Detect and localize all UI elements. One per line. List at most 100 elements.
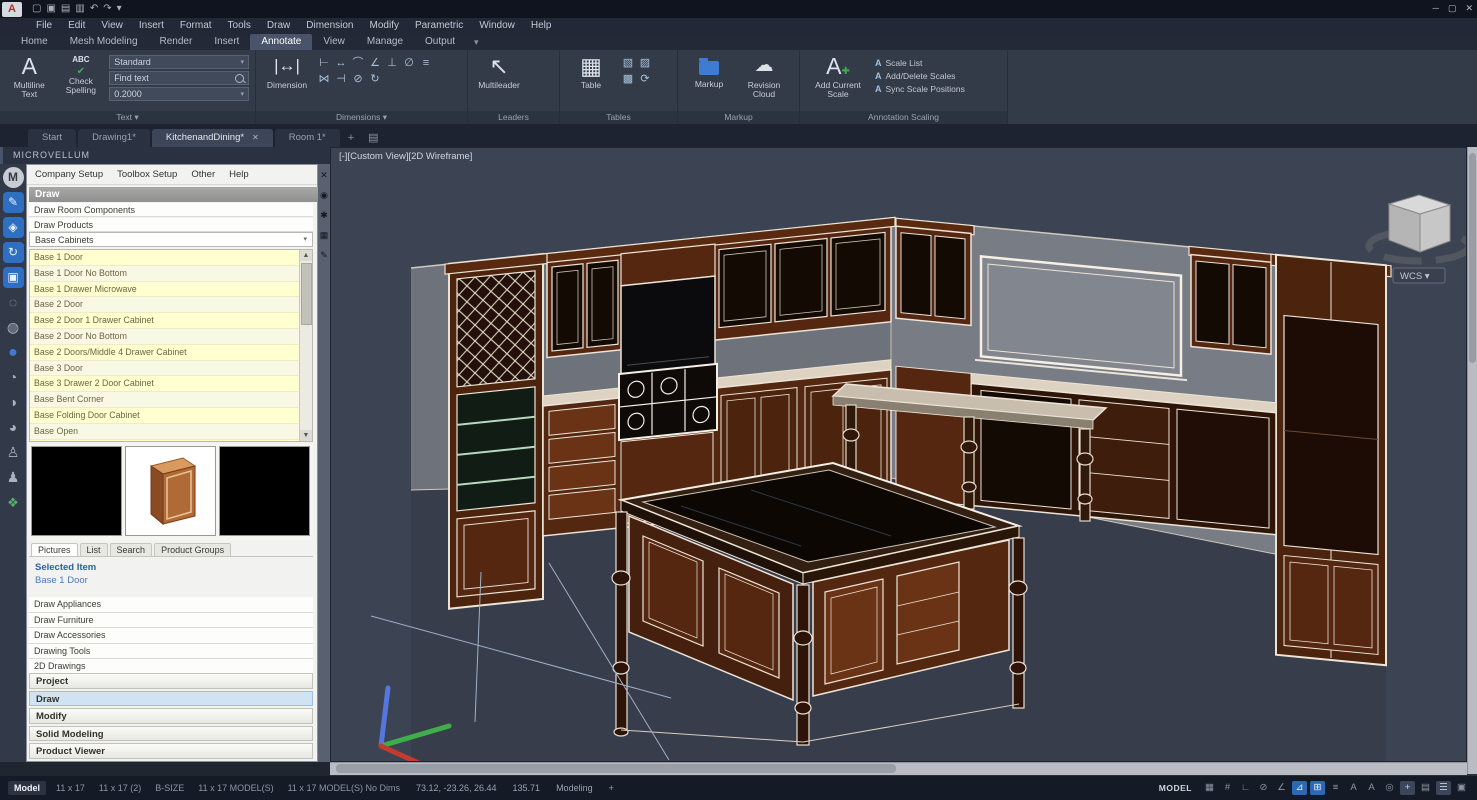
annotation-scaling-caption[interactable]: Annotation Scaling: [800, 111, 1007, 124]
app-logo[interactable]: A: [2, 1, 22, 17]
add-current-scale-button[interactable]: A✚ Add Current Scale: [806, 53, 870, 99]
parts-icon[interactable]: ◈: [2, 217, 24, 238]
scroll-thumb[interactable]: [301, 263, 312, 325]
layout-tab[interactable]: 11 x 17 (2): [99, 783, 141, 793]
update-dimension-icon[interactable]: ↻: [368, 73, 382, 86]
section-button[interactable]: Project: [29, 673, 313, 689]
tab-close-icon[interactable]: ✕: [252, 129, 259, 147]
markup-button[interactable]: Markup: [684, 53, 734, 89]
revision-cloud-button[interactable]: ☁ Revision Cloud: [739, 53, 789, 99]
product-list-item[interactable]: Base 2 Door: [30, 297, 312, 314]
sync-icon[interactable]: ↻: [2, 242, 24, 263]
menu-item[interactable]: File: [28, 18, 60, 34]
product-list-item[interactable]: Base Open Bent Corner: [30, 439, 312, 441]
horizontal-scrollbar[interactable]: [330, 762, 1467, 775]
grid-icon[interactable]: ▦: [1202, 781, 1217, 795]
annotation-scale-icon[interactable]: ◎: [1382, 781, 1397, 795]
microvellum-panel-title[interactable]: MICROVELLUM: [0, 147, 330, 164]
units-icon[interactable]: ▤: [1418, 781, 1433, 795]
menu-item[interactable]: Dimension: [298, 18, 361, 34]
preview-tab[interactable]: Search: [109, 542, 153, 556]
panel-menu-item[interactable]: Company Setup: [35, 169, 103, 180]
menu-item[interactable]: Tools: [220, 18, 259, 34]
baseline-dimension-icon[interactable]: ≡: [419, 57, 433, 70]
product-list-item[interactable]: Base 2 Door 1 Drawer Cabinet: [30, 313, 312, 329]
preview-thumbnail-right[interactable]: [219, 446, 310, 536]
product-list-item[interactable]: Base Bent Corner: [30, 392, 312, 408]
section-button[interactable]: Solid Modeling: [29, 725, 313, 741]
otrack-icon[interactable]: ⊞: [1310, 781, 1325, 795]
break-dimension-icon[interactable]: ⊣: [334, 73, 348, 86]
ribbon-tab[interactable]: Annotate: [250, 34, 313, 50]
file-tab[interactable]: Start ✕: [28, 129, 77, 147]
ordinate-dimension-icon[interactable]: ⊥: [385, 57, 399, 70]
ring-icon[interactable]: ◌: [3, 292, 24, 313]
drawing-viewport[interactable]: [-][Custom View][2D Wireframe] WCS ▾: [330, 147, 1467, 762]
link-data-icon[interactable]: ▨: [638, 57, 652, 70]
model-tab[interactable]: Model: [8, 781, 46, 795]
annotation-scaling-item[interactable]: A Sync Scale Positions: [875, 84, 965, 95]
round-box-icon[interactable]: ◕: [3, 417, 24, 438]
tables-panel-caption[interactable]: Tables: [560, 111, 677, 124]
ribbon-collapse-icon[interactable]: ▾: [466, 35, 487, 50]
half-icon[interactable]: ◑: [3, 392, 24, 413]
product-list-scrollbar[interactable]: ▲ ▼: [299, 250, 312, 441]
minimize-icon[interactable]: ─: [1433, 0, 1439, 16]
product-list-item[interactable]: Base 1 Drawer Microwave: [30, 281, 312, 298]
menu-item[interactable]: View: [93, 18, 131, 34]
product-list-item[interactable]: Base 1 Door: [30, 250, 312, 266]
update-fields-icon[interactable]: ⟳: [638, 73, 652, 86]
snap-icon[interactable]: #: [1220, 781, 1235, 795]
globe-icon[interactable]: ●: [3, 342, 24, 363]
field-icon[interactable]: ▩: [621, 73, 635, 86]
linear-dimension-icon[interactable]: ⊢: [317, 57, 331, 70]
product-list-item[interactable]: Base 3 Drawer 2 Door Cabinet: [30, 376, 312, 393]
panel-menu-item[interactable]: Other: [191, 169, 215, 180]
menu-item[interactable]: Help: [523, 18, 560, 34]
panel-menu-item[interactable]: Help: [229, 169, 249, 180]
preview-thumbnail-left[interactable]: [31, 446, 122, 536]
polar-icon[interactable]: ⊘: [1256, 781, 1271, 795]
ortho-icon[interactable]: ∟: [1238, 781, 1253, 795]
preview-tab[interactable]: Product Groups: [154, 542, 232, 556]
isodraft-icon[interactable]: ∠: [1274, 781, 1289, 795]
user-icon[interactable]: ♙: [3, 442, 24, 463]
menu-item[interactable]: Edit: [60, 18, 93, 34]
plant-icon[interactable]: ❖: [3, 492, 24, 513]
add-layout-button[interactable]: +: [609, 783, 614, 793]
menu-item[interactable]: Format: [172, 18, 220, 34]
draw-room-components-row[interactable]: Draw Room Components: [29, 203, 313, 217]
layout-tab[interactable]: 11 x 17: [56, 783, 85, 793]
text-style-select[interactable]: Standard ▾: [109, 55, 249, 69]
redo-icon[interactable]: ↷: [103, 1, 111, 17]
file-tab[interactable]: KitchenandDining* ✕: [151, 129, 273, 147]
menu-item[interactable]: Draw: [259, 18, 298, 34]
menu-item[interactable]: Parametric: [407, 18, 471, 34]
workspace-label[interactable]: Modeling: [556, 783, 593, 793]
panel-pencil-icon[interactable]: ✎: [320, 250, 328, 260]
multiline-text-button[interactable]: A Multiline Text: [6, 53, 53, 99]
tool-row[interactable]: Drawing Tools: [29, 643, 313, 660]
preview-thumbnail-cabinet[interactable]: [125, 446, 216, 536]
product-list-item[interactable]: Base 2 Doors/Middle 4 Drawer Cabinet: [30, 344, 312, 361]
text-panel-caption[interactable]: Text ▾: [0, 111, 255, 124]
camera-icon[interactable]: ▣: [2, 267, 24, 288]
workspace-gear-icon[interactable]: +: [1400, 781, 1415, 795]
ribbon-tab[interactable]: Home: [10, 34, 59, 50]
quarter-icon[interactable]: ◔: [3, 367, 24, 388]
leaders-panel-caption[interactable]: Leaders: [468, 111, 559, 124]
text-height-select[interactable]: 0.2000 ▾: [109, 87, 249, 101]
ribbon-tab[interactable]: Manage: [356, 34, 414, 50]
vertical-scrollbar[interactable]: [1467, 147, 1477, 774]
dimensions-panel-caption[interactable]: Dimensions ▾: [256, 111, 467, 124]
check-spelling-button[interactable]: ABC ✔ Check Spelling: [58, 53, 105, 95]
panel-target-icon[interactable]: ◉: [320, 190, 328, 200]
section-button[interactable]: Draw: [29, 690, 313, 706]
team-icon[interactable]: ♟: [3, 467, 24, 488]
lineweight-icon[interactable]: ≡: [1328, 781, 1343, 795]
draw-products-row[interactable]: Draw Products: [29, 218, 313, 232]
product-list-item[interactable]: Base 1 Door No Bottom: [30, 265, 312, 282]
table-button[interactable]: ▦ Table: [566, 53, 616, 90]
osnap-icon[interactable]: ⊿: [1292, 781, 1307, 795]
ribbon-tab[interactable]: Render: [149, 34, 204, 50]
